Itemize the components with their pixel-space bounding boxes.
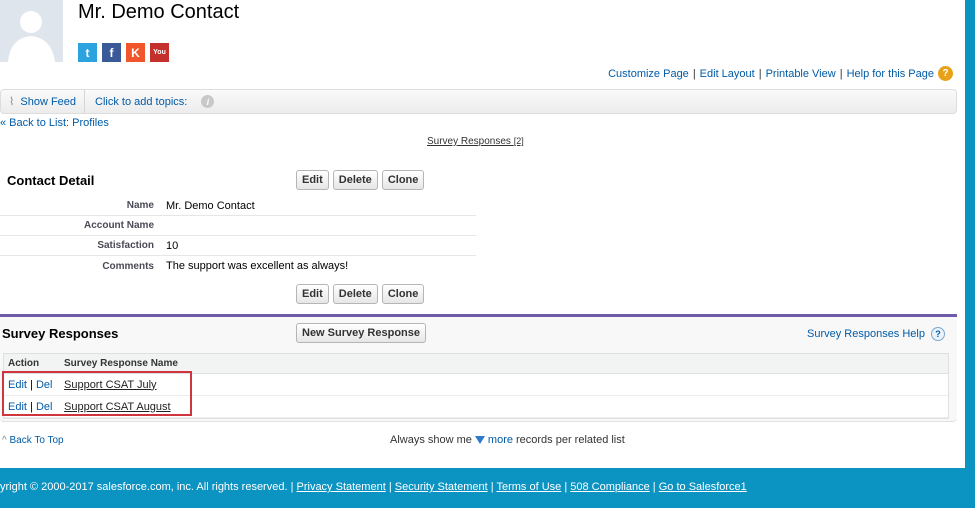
add-topics-link[interactable]: Click to add topics: [95,96,187,108]
copyright: yright © 2000-2017 salesforce.com, inc. … [0,481,294,493]
show-feed-button[interactable]: ⌇ Show Feed [1,90,86,113]
klout-icon[interactable]: K [126,43,145,62]
printable-view-link[interactable]: Printable View [766,68,836,80]
help-icon[interactable]: ? [931,327,945,341]
field-name: Name Mr. Demo Contact [0,196,476,216]
delete-button[interactable]: Delete [332,170,378,190]
column-action: Action [8,358,40,369]
related-link-label: Survey Responses [427,136,511,147]
back-to-list-link[interactable]: « Back to List: Profiles [0,117,109,129]
page-links: Customize Page | Edit Layout | Printable V… [608,66,953,81]
always-suffix: records per related list [515,434,625,446]
salesforce1-link[interactable]: Go to Salesforce1 [659,481,747,493]
field-label: Satisfaction [97,240,154,251]
privacy-link[interactable]: Privacy Statement [297,481,386,493]
clone-button-bottom[interactable]: Clone [381,284,425,304]
field-label: Name [126,200,154,211]
compliance-link[interactable]: 508 Compliance [570,481,650,493]
edit-button-bottom[interactable]: Edit [296,284,329,304]
triangle-down-icon[interactable] [474,436,485,444]
delete-button-bottom[interactable]: Delete [332,284,378,304]
facebook-icon[interactable]: f [102,43,121,62]
show-more-records: Always show me more records per related … [390,434,625,446]
youtube-icon[interactable]: You [150,43,169,62]
field-satisfaction: Satisfaction 10 [0,236,476,256]
field-label: Account Name [83,220,154,231]
feed-pulse-icon: ⌇ [9,96,15,108]
field-account-name: Account Name [0,216,476,236]
always-prefix: Always show me [390,434,472,446]
footer: yright © 2000-2017 salesforce.com, inc. … [0,481,747,493]
field-value: The support was excellent as always! [166,260,349,272]
page-title: Mr. Demo Contact [78,1,240,23]
back-to-top-link[interactable]: ^ Back To Top [2,435,64,446]
terms-link[interactable]: Terms of Use [496,481,561,493]
info-icon[interactable]: i [201,95,215,108]
field-comments: Comments The support was excellent as alw… [0,256,476,276]
column-name: Survey Response Name [64,358,178,369]
field-value: 10 [166,239,179,252]
customize-page-link[interactable]: Customize Page [608,68,689,80]
feed-bar: ⌇ Show Feed Click to add topics: i [0,89,957,114]
new-survey-response-button[interactable]: New Survey Response [296,323,426,343]
survey-responses-help-link[interactable]: Survey Responses Help [807,328,925,340]
highlight-box [2,371,192,416]
edit-layout-link[interactable]: Edit Layout [700,68,755,80]
edit-button[interactable]: Edit [296,170,329,190]
contact-page: Mr. Demo Contact t f K You Customize Pag… [0,0,965,468]
avatar [0,0,63,62]
show-feed-label: Show Feed [20,95,77,108]
survey-responses-heading: Survey Responses [2,326,119,341]
caret-up-icon: ^ [2,435,7,446]
field-label: Comments [102,260,154,272]
related-survey-responses-link[interactable]: Survey Responses [2] [427,136,524,147]
twitter-icon[interactable]: t [78,43,97,62]
help-icon[interactable]: ? [938,66,953,81]
more-link[interactable]: more [488,434,513,446]
clone-button[interactable]: Clone [381,170,425,190]
field-value: Mr. Demo Contact [166,199,255,212]
social-links: t f K You [78,43,169,62]
detail-fields: Name Mr. Demo Contact Account Name Satisf… [0,196,476,276]
back-to-top-label: Back To Top [9,435,64,446]
contact-detail-heading: Contact Detail [7,173,95,188]
related-link-count: [2] [513,136,524,146]
security-link[interactable]: Security Statement [395,481,488,493]
help-page-link[interactable]: Help for this Page [847,68,934,80]
